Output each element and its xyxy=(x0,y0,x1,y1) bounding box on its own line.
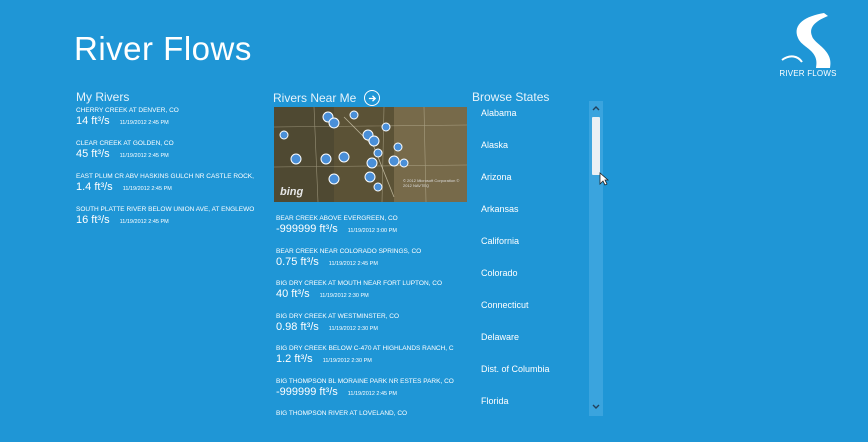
my-rivers-list: CHERRY CREEK AT DENVER, CO 14 ft³/s 11/1… xyxy=(76,106,266,238)
browse-states-title[interactable]: Browse States xyxy=(472,90,549,104)
river-flow: 14 ft³/s xyxy=(76,115,110,127)
rivers-near-me-list: BEAR CREEK ABOVE EVERGREEN, CO -999999 f… xyxy=(276,214,466,442)
river-flow: 16 ft³/s xyxy=(76,214,110,226)
state-item-alabama[interactable]: Alabama xyxy=(481,106,586,138)
river-flow: 1.4 ft³/s xyxy=(76,181,113,193)
states-scrollbar[interactable] xyxy=(589,101,603,416)
state-item-colorado[interactable]: Colorado xyxy=(481,266,586,298)
river-flow: -999999 ft³/s xyxy=(276,223,338,235)
river-logo-icon xyxy=(781,13,831,68)
state-item-arkansas[interactable]: Arkansas xyxy=(481,202,586,234)
river-name: BIG DRY CREEK AT WESTMINSTER, CO xyxy=(276,312,400,320)
list-item[interactable]: CLEAR CREEK AT GOLDEN, CO 45 ft³/s 11/19… xyxy=(76,139,266,172)
list-item[interactable]: BEAR CREEK ABOVE EVERGREEN, CO -999999 f… xyxy=(276,214,466,247)
list-item[interactable]: BIG THOMPSON BL MORAINE PARK NR ESTES PA… xyxy=(276,377,466,410)
river-flow: 0.75 ft³/s xyxy=(276,255,319,268)
state-item-california[interactable]: California xyxy=(481,234,586,266)
state-item-dist-of-columbia[interactable]: Dist. of Columbia xyxy=(481,362,586,394)
river-name: BIG DRY CREEK BELOW C-470 AT HIGHLANDS R… xyxy=(276,345,454,352)
river-flow: 40 ft³/s xyxy=(276,288,310,300)
mouse-cursor-icon xyxy=(599,172,609,186)
river-name: SOUTH PLATTE RIVER BELOW UNION AVE, AT E… xyxy=(76,206,255,213)
river-time: 11/19/2012 2:45 PM xyxy=(122,186,172,192)
rivers-near-me-header[interactable]: Rivers Near Me xyxy=(273,90,381,106)
river-time: 11/19/2012 2:45 PM xyxy=(119,153,169,159)
river-name: BIG THOMPSON RIVER AT LOVELAND, CO xyxy=(276,410,408,417)
river-time: 11/19/2012 2:45 PM xyxy=(119,219,169,225)
chevron-up-icon[interactable] xyxy=(589,103,603,115)
river-flow: 0.98 ft³/s xyxy=(276,320,319,333)
list-item[interactable]: BIG DRY CREEK BELOW C-470 AT HIGHLANDS R… xyxy=(276,344,466,377)
river-time: 11/19/2012 2:30 PM xyxy=(328,325,378,332)
river-flow: 1.2 ft³/s xyxy=(276,353,313,365)
river-time: 11/19/2012 2:30 PM xyxy=(319,293,369,299)
state-item-connecticut[interactable]: Connecticut xyxy=(481,298,586,330)
river-name: BIG DRY CREEK AT MOUTH NEAR FORT LUPTON,… xyxy=(276,280,443,287)
river-time: 11/19/2012 2:45 PM xyxy=(119,120,169,126)
state-item-arizona[interactable]: Arizona xyxy=(481,170,586,202)
map-copyright: © 2012 Microsoft Corporation © 2012 NAVT… xyxy=(403,178,460,188)
river-name: BIG THOMPSON BL MORAINE PARK NR ESTES PA… xyxy=(276,377,454,385)
state-item-alaska[interactable]: Alaska xyxy=(481,138,586,170)
list-item[interactable]: BIG THOMPSON RIVER AT LOVELAND, CO xyxy=(276,409,466,442)
states-list: Alabama Alaska Arizona Arkansas Californ… xyxy=(481,106,586,426)
river-time: 11/19/2012 3:00 PM xyxy=(347,228,397,234)
river-time: 11/19/2012 2:45 PM xyxy=(328,260,378,267)
list-item[interactable]: BEAR CREEK NEAR COLORADO SPRINGS, CO 0.7… xyxy=(276,247,466,280)
app-title: River Flows xyxy=(74,30,252,67)
chevron-down-icon[interactable] xyxy=(589,402,603,414)
arrow-right-icon[interactable] xyxy=(364,90,381,106)
app-logo: RIVER FLOWS xyxy=(776,10,840,82)
state-item-florida[interactable]: Florida xyxy=(481,394,586,426)
map-brand: bing xyxy=(280,186,304,198)
river-name: CLEAR CREEK AT GOLDEN, CO xyxy=(76,140,174,147)
state-item-delaware[interactable]: Delaware xyxy=(481,330,586,362)
scrollbar-thumb[interactable] xyxy=(592,117,600,175)
list-item[interactable]: SOUTH PLATTE RIVER BELOW UNION AVE, AT E… xyxy=(76,205,266,238)
rivers-map[interactable]: bing © 2012 Microsoft Corporation © 2012… xyxy=(274,107,467,202)
rivers-near-me-title[interactable]: Rivers Near Me xyxy=(273,91,356,105)
river-name: BEAR CREEK ABOVE EVERGREEN, CO xyxy=(276,215,398,222)
river-name: EAST PLUM CR ABV HASKINS GULCH NR CASTLE… xyxy=(76,173,254,180)
river-name: CHERRY CREEK AT DENVER, CO xyxy=(76,107,179,114)
logo-text: RIVER FLOWS xyxy=(779,69,837,78)
river-time: 11/19/2012 2:30 PM xyxy=(322,358,372,364)
list-item[interactable]: BIG DRY CREEK AT MOUTH NEAR FORT LUPTON,… xyxy=(276,279,466,312)
list-item[interactable]: BIG DRY CREEK AT WESTMINSTER, CO 0.98 ft… xyxy=(276,312,466,345)
my-rivers-title[interactable]: My Rivers xyxy=(76,90,129,104)
river-time: 11/19/2012 2:45 PM xyxy=(347,390,397,397)
river-flow: 45 ft³/s xyxy=(76,148,110,160)
list-item[interactable]: EAST PLUM CR ABV HASKINS GULCH NR CASTLE… xyxy=(76,172,266,205)
river-flow: -999999 ft³/s xyxy=(276,385,338,398)
list-item[interactable]: CHERRY CREEK AT DENVER, CO 14 ft³/s 11/1… xyxy=(76,106,266,139)
river-name: BEAR CREEK NEAR COLORADO SPRINGS, CO xyxy=(276,247,422,255)
